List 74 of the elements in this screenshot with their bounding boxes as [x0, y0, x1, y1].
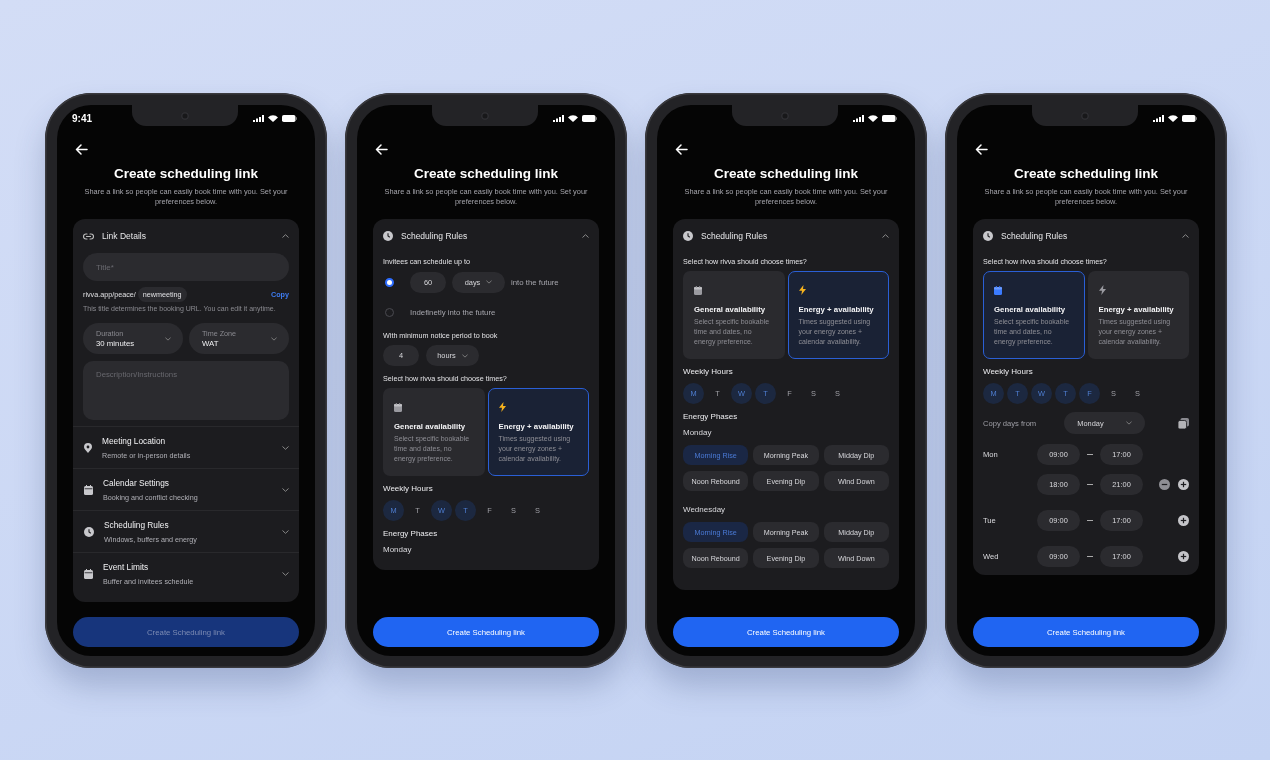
clock-icon [84, 526, 94, 537]
camera-icon [781, 111, 789, 120]
dash-icon [1087, 454, 1093, 455]
chevron-icon [882, 234, 889, 238]
dash-icon [1087, 484, 1093, 485]
day-label: Monday [683, 428, 713, 437]
section-header[interactable]: Link Details [83, 219, 289, 253]
chevron-icon [282, 487, 289, 492]
day-label: Wednesday [683, 505, 727, 514]
calendar-icon [84, 484, 93, 495]
chevron-icon [282, 529, 289, 534]
wifi-icon [568, 114, 578, 122]
section-label: Weekly Hours [383, 484, 434, 493]
battery-icon [1182, 114, 1197, 122]
add-icon[interactable] [1178, 551, 1189, 562]
chevron-icon [282, 234, 289, 238]
camera-icon [181, 111, 189, 120]
page-title: Create scheduling link [412, 166, 559, 181]
page-title: Create scheduling link [1012, 166, 1159, 181]
calendar-icon [694, 286, 702, 295]
back-arrow-icon[interactable] [675, 144, 688, 155]
battery-icon [582, 114, 597, 122]
lightning-bolt-icon [798, 285, 806, 295]
battery-icon [882, 114, 897, 122]
section-label: Weekly Hours [983, 367, 1034, 376]
signal-icon [253, 114, 264, 122]
dash-icon [1087, 556, 1093, 557]
camera-icon [1081, 111, 1089, 120]
signal-icon [1153, 114, 1164, 122]
section-header[interactable]: Scheduling Rules [983, 219, 1189, 253]
copy-icon[interactable] [1178, 417, 1189, 429]
page-title: Create scheduling link [712, 166, 859, 181]
location-pin-icon [84, 442, 92, 453]
chevron-icon [165, 336, 171, 341]
status-time: 9:41 [72, 112, 92, 124]
calendar-icon [994, 286, 1002, 295]
day-label: Monday [383, 545, 413, 554]
signal-icon [853, 114, 864, 122]
clock-icon [983, 231, 993, 241]
back-arrow-icon[interactable] [975, 144, 988, 155]
chevron-icon [1125, 421, 1132, 425]
chevron-icon [486, 280, 493, 284]
section-header[interactable]: Scheduling Rules [683, 219, 889, 253]
chevron-icon [582, 234, 589, 238]
wifi-icon [268, 114, 278, 122]
section-header[interactable]: Scheduling Rules [383, 219, 589, 253]
lightning-bolt-icon [498, 402, 506, 412]
chevron-icon [282, 445, 289, 450]
section-label: Weekly Hours [683, 367, 734, 376]
back-arrow-icon[interactable] [375, 144, 388, 155]
add-icon[interactable] [1178, 479, 1189, 490]
back-arrow-icon[interactable] [75, 144, 88, 155]
wifi-icon [1168, 114, 1178, 122]
lightning-bolt-icon [1098, 285, 1106, 295]
calendar-icon [394, 403, 402, 412]
add-icon[interactable] [1178, 515, 1189, 526]
wifi-icon [868, 114, 878, 122]
signal-icon [553, 114, 564, 122]
battery-icon [282, 114, 297, 122]
camera-icon [481, 111, 489, 120]
page-title: Create scheduling link [112, 166, 259, 181]
section-label: Energy Phases [383, 529, 439, 538]
clock-icon [683, 231, 693, 241]
calendar-icon [84, 568, 93, 579]
chevron-icon [461, 353, 468, 358]
remove-icon[interactable] [1159, 479, 1170, 490]
section-label: Energy Phases [683, 412, 739, 421]
clock-icon [383, 231, 393, 241]
chevron-icon [1182, 234, 1189, 238]
link-icon [83, 232, 94, 240]
chevron-icon [282, 571, 289, 576]
radio-button[interactable] [385, 277, 394, 287]
dash-icon [1087, 520, 1093, 521]
chevron-icon [271, 336, 277, 341]
